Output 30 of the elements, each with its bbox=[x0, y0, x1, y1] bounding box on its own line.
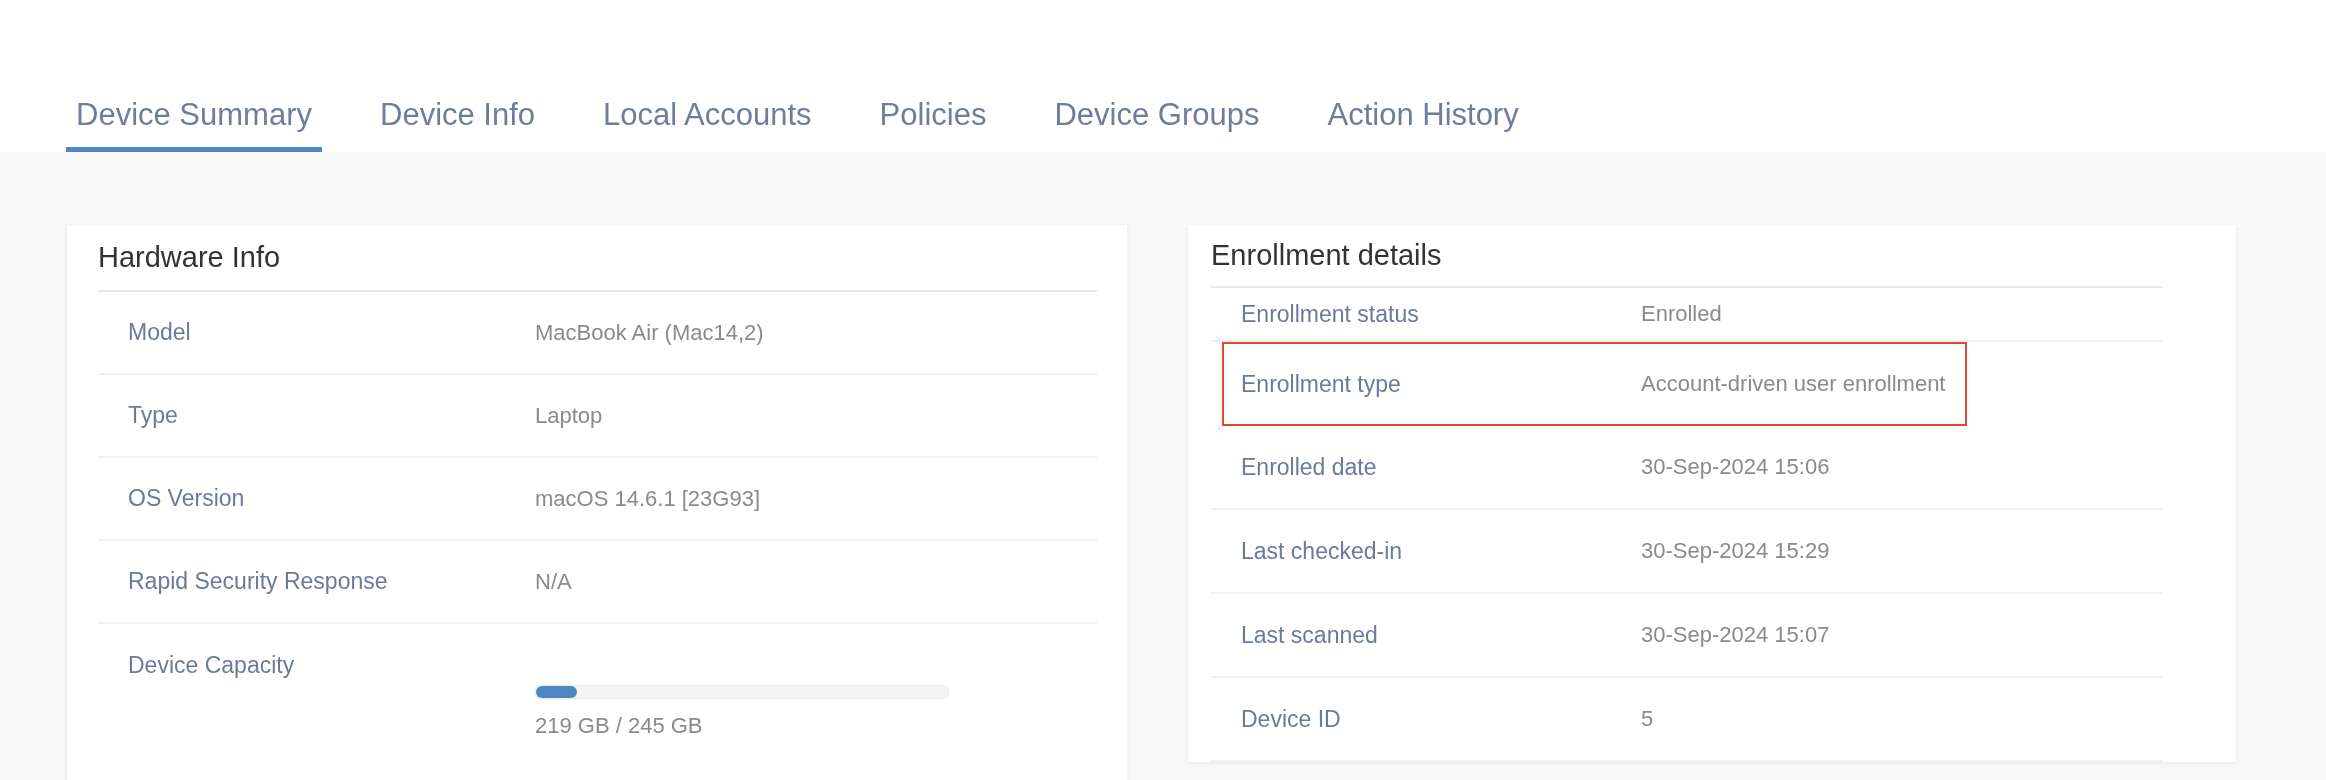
field-label: Device ID bbox=[1241, 705, 1342, 733]
tab[interactable]: Action History bbox=[1317, 97, 1529, 152]
tab[interactable]: Device Groups bbox=[1044, 97, 1270, 152]
field-value: 30-Sep-2024 15:29 bbox=[1641, 538, 1831, 564]
card-title: Enrollment details bbox=[1211, 225, 2163, 288]
field-label: Enrollment status bbox=[1241, 300, 1420, 328]
tab[interactable]: Device Info bbox=[370, 97, 546, 152]
tab[interactable]: Policies bbox=[869, 97, 997, 152]
field-value: macOS 14.6.1 [23G93] bbox=[535, 485, 762, 512]
field-label: Last checked-in bbox=[1241, 537, 1404, 565]
field-label: Last scanned bbox=[1241, 621, 1379, 649]
card-title: Hardware Info bbox=[98, 225, 1097, 292]
field-label: Model bbox=[128, 319, 192, 346]
field-label: Enrollment type bbox=[1241, 370, 1402, 398]
field-value: N/A bbox=[535, 568, 573, 595]
field-label: Rapid Security Response bbox=[128, 568, 389, 595]
field-label: OS Version bbox=[128, 485, 246, 512]
field-value: Laptop bbox=[535, 402, 604, 429]
field-value: 30-Sep-2024 15:06 bbox=[1641, 454, 1831, 480]
field-value: MacBook Air (Mac14,2) bbox=[535, 319, 765, 346]
tab[interactable]: Local Accounts bbox=[593, 97, 822, 152]
field-label: Enrolled date bbox=[1241, 453, 1378, 481]
field-value: 219 GB / 245 GB bbox=[535, 713, 704, 739]
field-label: Type bbox=[128, 402, 179, 429]
field-value: Account-driven user enrollment bbox=[1641, 371, 1947, 397]
field-label: Device Capacity bbox=[128, 651, 296, 679]
tab[interactable]: Device Summary bbox=[66, 97, 322, 152]
field-value: 30-Sep-2024 15:07 bbox=[1641, 622, 1831, 648]
field-value: Enrolled bbox=[1641, 301, 1723, 327]
field-value: 5 bbox=[1641, 706, 1655, 732]
